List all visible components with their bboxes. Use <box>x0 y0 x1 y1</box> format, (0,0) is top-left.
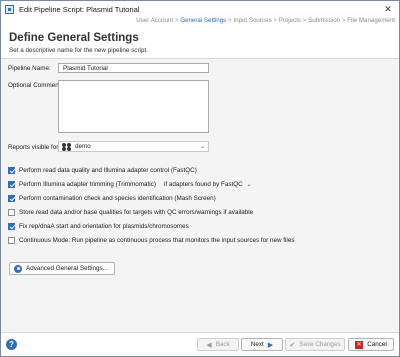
breadcrumb: User Account > General Settings > Input … <box>1 17 399 27</box>
check-label: Perform read data quality and Illumina a… <box>19 167 197 174</box>
close-icon[interactable]: ✕ <box>377 1 399 17</box>
advanced-general-settings-button[interactable]: Advanced General Settings... <box>9 262 115 275</box>
check-label: Fix rep/dnaA start and orientation for p… <box>19 223 189 230</box>
save-changes-button[interactable]: ✔ Save Changes <box>285 338 345 351</box>
check-mash-screen[interactable]: Perform contamination check and species … <box>8 194 216 203</box>
cancel-button[interactable]: ✕ Cancel <box>348 338 394 351</box>
cancel-label: Cancel <box>367 341 387 348</box>
breadcrumb-submission[interactable]: Submission <box>308 17 340 24</box>
breadcrumb-user-account[interactable]: User Account <box>136 17 173 24</box>
check-store-read-data[interactable]: Store read data and/or base qualities fo… <box>8 208 253 217</box>
breadcrumb-separator: > <box>174 17 179 24</box>
checkbox[interactable] <box>8 181 15 188</box>
reports-visible-value: demo <box>75 143 91 150</box>
breadcrumb-file-management[interactable]: File Management <box>347 17 395 24</box>
chevron-down-icon: ⌄ <box>199 144 205 150</box>
breadcrumb-separator: > <box>302 17 307 24</box>
page-header: Define General Settings Set a descriptiv… <box>1 27 399 59</box>
breadcrumb-separator: > <box>341 17 346 24</box>
checkbox[interactable] <box>8 223 15 230</box>
next-label: Next <box>250 341 264 348</box>
check-fastqc[interactable]: Perform read data quality and Illumina a… <box>8 166 197 175</box>
pipeline-name-input[interactable] <box>58 63 209 73</box>
breadcrumb-separator: > <box>273 17 277 24</box>
advanced-button-label: Advanced General Settings... <box>26 265 108 272</box>
reports-visible-label: Reports visible for: <box>8 144 61 151</box>
trimming-condition-value: if adapters found by FastQC <box>163 181 243 188</box>
breadcrumb-input-sources[interactable]: Input Sources <box>233 17 271 24</box>
pipeline-name-label: Pipeline Name: <box>8 65 51 72</box>
page-title: Define General Settings <box>9 32 139 44</box>
window-title: Edit Pipeline Script: Plasmid Tutorial <box>19 4 140 14</box>
check-trimmomatic[interactable]: Perform Illumina adapter trimming (Trimm… <box>8 180 253 189</box>
arrow-left-icon: ◀ <box>206 341 212 349</box>
cancel-icon: ✕ <box>355 340 364 349</box>
back-button[interactable]: ◀ Back <box>197 338 239 351</box>
check-continuous-mode[interactable]: Continuous Mode: Run pipeline as continu… <box>8 236 294 245</box>
app-icon <box>5 4 14 14</box>
breadcrumb-separator: > <box>228 17 232 24</box>
arrow-right-icon: ▶ <box>267 341 274 349</box>
check-label: Perform Illumina adapter trimming (Trimm… <box>19 181 156 188</box>
pipeline-script-window: Edit Pipeline Script: Plasmid Tutorial ✕… <box>0 0 400 357</box>
checkbox[interactable] <box>8 195 15 202</box>
reports-visible-select[interactable]: demo ⌄ <box>58 141 209 152</box>
checkbox[interactable] <box>8 237 15 244</box>
page-subtitle: Set a descriptive name for the new pipel… <box>9 47 148 54</box>
optional-comment-label: Optional Comment: <box>8 82 63 89</box>
gear-icon <box>14 264 22 273</box>
back-label: Back <box>215 341 230 348</box>
check-icon: ✔ <box>289 341 296 349</box>
user-group-icon <box>62 142 72 151</box>
help-icon[interactable]: ? <box>6 339 17 350</box>
check-fix-rep-dnaa[interactable]: Fix rep/dnaA start and orientation for p… <box>8 222 189 231</box>
optional-comment-textarea[interactable] <box>58 80 209 133</box>
wizard-footer: ? ◀ Back Next ▶ ✔ Save Changes ✕ Cancel <box>1 332 399 356</box>
save-changes-label: Save Changes <box>299 341 341 348</box>
check-label: Perform contamination check and species … <box>19 195 216 202</box>
check-label: Continuous Mode: Run pipeline as continu… <box>19 237 295 244</box>
general-settings-form: Pipeline Name: Optional Comment: Reports… <box>1 59 399 332</box>
checkbox[interactable] <box>8 167 15 174</box>
trimming-condition-select[interactable]: if adapters found by FastQC ⌄ <box>161 180 253 189</box>
breadcrumb-projects[interactable]: Projects <box>279 17 301 24</box>
title-bar: Edit Pipeline Script: Plasmid Tutorial ✕ <box>1 1 399 17</box>
check-label: Store read data and/or base qualities fo… <box>19 209 254 216</box>
chevron-down-icon: ⌄ <box>246 182 252 188</box>
next-button[interactable]: Next ▶ <box>241 338 283 351</box>
breadcrumb-general-settings[interactable]: General Settings <box>180 17 226 24</box>
checkbox[interactable] <box>8 209 15 216</box>
